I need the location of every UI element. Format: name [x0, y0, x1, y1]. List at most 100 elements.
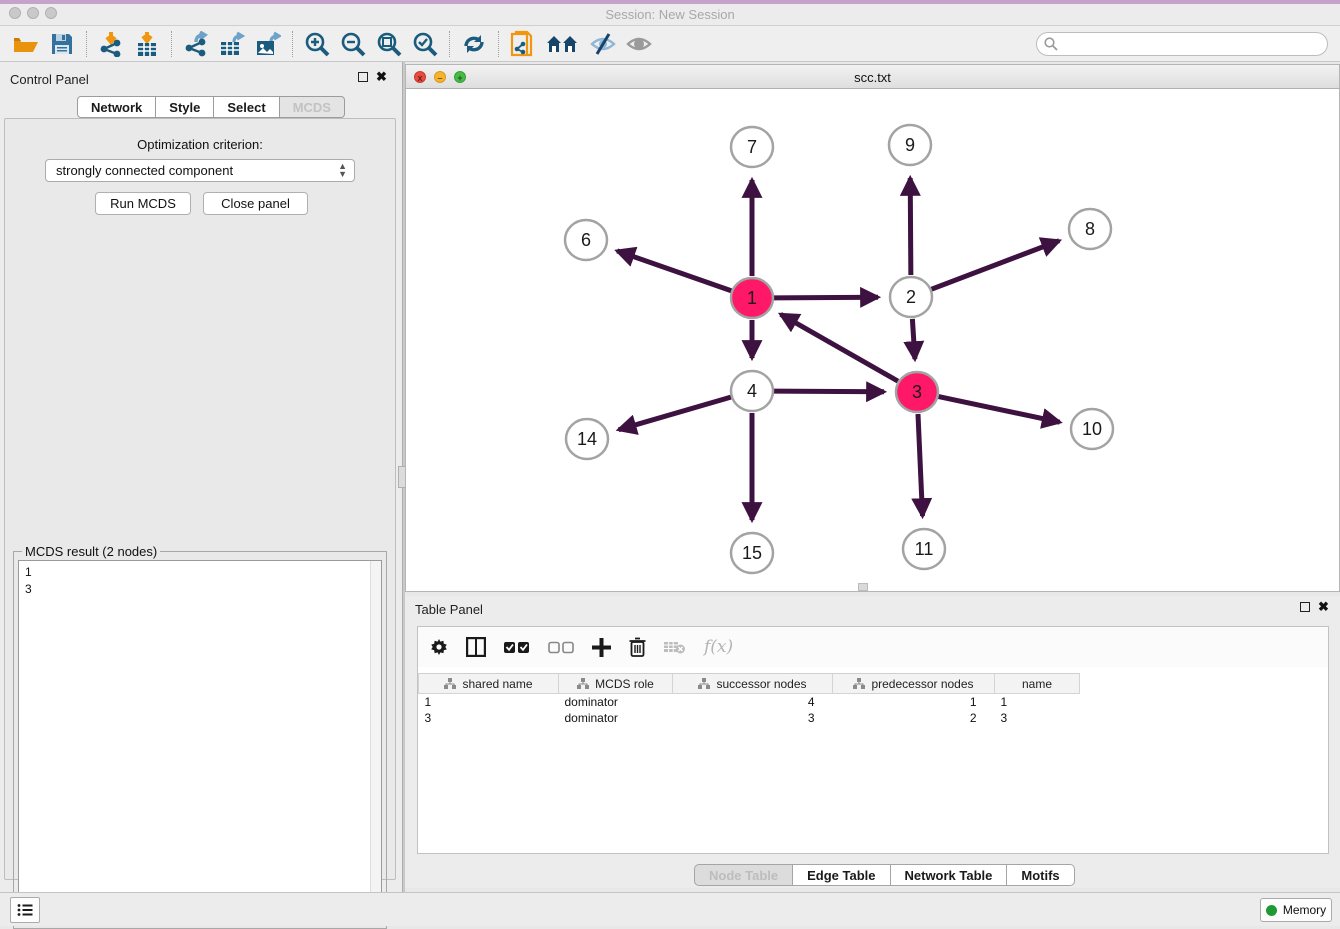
table-cell-filler [1080, 710, 1329, 726]
mcds-panel: Optimization criterion: strongly connect… [4, 118, 396, 880]
main-toolbar [0, 26, 1340, 62]
network-canvas[interactable]: 7968124314101511 [406, 89, 1339, 591]
graph-edge-3-10[interactable] [939, 397, 1060, 423]
zoom-in-icon[interactable] [301, 29, 333, 59]
group-column-icon [698, 678, 710, 689]
tab-edge-table[interactable]: Edge Table [793, 864, 890, 886]
graph-edge-2-8[interactable] [932, 241, 1060, 289]
deselect-all-rows-icon[interactable] [548, 641, 574, 654]
graph-edge-4-14[interactable] [619, 397, 731, 430]
toolbar-separator [449, 31, 450, 57]
search-input[interactable] [1036, 32, 1328, 56]
tab-motifs[interactable]: Motifs [1007, 864, 1074, 886]
optimization-criterion-label: Optimization criterion: [5, 137, 395, 152]
float-panel-icon[interactable] [358, 72, 368, 82]
first-neighbors-icon[interactable] [543, 29, 583, 59]
zoom-selected-icon[interactable] [409, 29, 441, 59]
graph-edge-1-6[interactable] [617, 251, 731, 291]
tab-network[interactable]: Network [77, 96, 156, 118]
table-settings-gear-icon[interactable] [430, 638, 448, 656]
titlebar-accent [0, 0, 1340, 4]
mcds-result-title: MCDS result (2 nodes) [22, 544, 160, 559]
window-titlebar: Session: New Session [0, 0, 1340, 26]
mcds-result-text[interactable]: 1 3 [18, 560, 382, 924]
open-session-icon[interactable] [10, 29, 42, 59]
close-panel-icon[interactable]: ✖ [376, 72, 387, 82]
window-title: Session: New Session [0, 7, 1340, 22]
tab-select[interactable]: Select [214, 96, 279, 118]
node-table-body[interactable]: 1dominator4113dominator323 [419, 694, 1329, 726]
save-session-icon[interactable] [46, 29, 78, 59]
export-table-icon[interactable] [216, 29, 248, 59]
network-view-window: x – + scc.txt 7968124314101511 [405, 64, 1340, 592]
control-panel-title: Control Panel [10, 72, 89, 87]
add-column-icon[interactable] [592, 638, 611, 657]
delete-table-icon-disabled [664, 640, 686, 654]
horizontal-splitter-grip[interactable] [858, 583, 868, 591]
tab-node-table[interactable]: Node Table [694, 864, 793, 886]
column-header-predecessor-nodes[interactable]: predecessor nodes [833, 674, 995, 694]
tab-network-table[interactable]: Network Table [891, 864, 1008, 886]
optimization-criterion-select[interactable]: strongly connected component ▲▼ [45, 159, 355, 182]
node-table: shared nameMCDS rolesuccessor nodesprede… [418, 673, 1328, 726]
table-cell: 1 [833, 694, 995, 710]
table-cell: 2 [833, 710, 995, 726]
run-mcds-button[interactable]: Run MCDS [95, 192, 191, 215]
table-cell: dominator [559, 694, 673, 710]
control-panel-tabs: NetworkStyleSelectMCDS [77, 96, 345, 118]
result-scrollbar[interactable] [370, 561, 381, 923]
hide-selected-icon[interactable] [587, 29, 619, 59]
graph-edge-4-3[interactable] [774, 391, 884, 392]
graph-node-label: 6 [581, 230, 591, 250]
table-row[interactable]: 3dominator323 [419, 710, 1329, 726]
graph-node-label: 7 [747, 137, 757, 157]
refresh-icon[interactable] [458, 29, 490, 59]
tab-style[interactable]: Style [156, 96, 214, 118]
zoom-fit-icon[interactable] [373, 29, 405, 59]
search-icon [1044, 37, 1058, 51]
graph-node-label: 2 [906, 287, 916, 307]
table-panel-title: Table Panel [415, 602, 483, 617]
control-panel: Control Panel ✖ NetworkStyleSelectMCDS O… [0, 62, 402, 892]
column-layout-icon[interactable] [466, 637, 486, 657]
group-column-icon [853, 678, 865, 689]
graph-edge-1-2[interactable] [774, 297, 878, 298]
select-all-rows-icon[interactable] [504, 641, 530, 654]
tab-mcds[interactable]: MCDS [280, 96, 345, 118]
close-panel-button[interactable]: Close panel [203, 192, 308, 215]
memory-button[interactable]: Memory [1260, 898, 1332, 922]
float-table-panel-icon[interactable] [1300, 602, 1310, 612]
zoom-out-icon[interactable] [337, 29, 369, 59]
delete-column-icon[interactable] [629, 637, 646, 657]
graph-node-label: 15 [742, 543, 762, 563]
network-window-titlebar[interactable]: x – + scc.txt [406, 65, 1339, 89]
column-header-MCDS-role[interactable]: MCDS role [559, 674, 673, 694]
export-image-icon[interactable] [252, 29, 284, 59]
column-header-successor-nodes[interactable]: successor nodes [673, 674, 833, 694]
import-table-icon[interactable] [131, 29, 163, 59]
status-bar: Memory [0, 892, 1340, 926]
mcds-result-group: MCDS result (2 nodes) 1 3 [13, 551, 387, 929]
graph-edge-3-11[interactable] [918, 414, 923, 516]
table-cell: 1 [995, 694, 1080, 710]
graph-edge-2-3[interactable] [912, 319, 915, 359]
table-panel: Table Panel ✖ [405, 596, 1340, 888]
network-window-title: scc.txt [406, 70, 1339, 85]
show-all-icon[interactable] [623, 29, 655, 59]
node-table-header[interactable]: shared nameMCDS rolesuccessor nodesprede… [419, 674, 1329, 694]
table-row[interactable]: 1dominator411 [419, 694, 1329, 710]
graph-edge-2-9[interactable] [910, 178, 911, 275]
import-network-icon[interactable] [95, 29, 127, 59]
export-network-icon[interactable] [180, 29, 212, 59]
table-cell: 3 [995, 710, 1080, 726]
column-header-filler [1080, 674, 1329, 694]
graph-node-label: 8 [1085, 219, 1095, 239]
table-cell: dominator [559, 710, 673, 726]
task-history-button[interactable] [10, 897, 40, 923]
graph-edge-3-1[interactable] [781, 314, 898, 381]
clone-network-icon[interactable] [507, 29, 539, 59]
column-header-name[interactable]: name [995, 674, 1080, 694]
column-header-shared-name[interactable]: shared name [419, 674, 559, 694]
toolbar-separator [171, 31, 172, 57]
close-table-panel-icon[interactable]: ✖ [1318, 602, 1329, 612]
